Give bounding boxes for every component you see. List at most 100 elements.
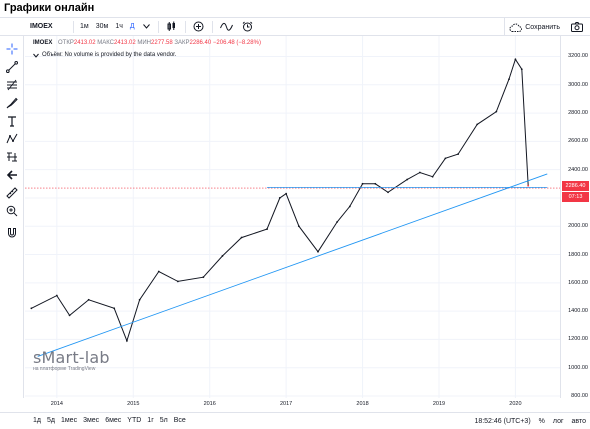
legend-close-label: ЗАКР xyxy=(174,40,190,46)
alerts-button[interactable] xyxy=(238,18,258,36)
watermark: sMart-lab на платформе TradingView xyxy=(33,348,110,372)
interval-1d[interactable]: Д xyxy=(127,18,139,36)
legend-close: 2286.40 xyxy=(189,40,212,46)
crosshair-tool[interactable] xyxy=(4,42,20,56)
price-point xyxy=(406,178,409,181)
price-tick: 1400.00 xyxy=(568,308,588,315)
price-point xyxy=(508,78,510,81)
price-tick: 2000.00 xyxy=(568,223,588,230)
pattern-tool[interactable] xyxy=(4,132,20,146)
cloud-icon xyxy=(509,23,523,32)
compare-button[interactable] xyxy=(189,18,209,36)
magnet-tool[interactable] xyxy=(4,226,20,240)
ohlc-legend: IMOEX ОТКР2413.02 МАКС2413.02 МИН2277.58… xyxy=(33,40,261,46)
save-button[interactable]: Сохранить xyxy=(504,18,564,36)
price-chart[interactable] xyxy=(25,36,560,398)
range-3m[interactable]: 3мес xyxy=(80,417,102,424)
range-6m[interactable]: 6мес xyxy=(102,417,124,424)
range-all[interactable]: Все xyxy=(171,417,189,424)
percent-toggle[interactable]: % xyxy=(539,418,545,425)
price-tick: 2400.00 xyxy=(568,166,588,173)
interval-1h[interactable]: 1ч xyxy=(112,18,127,36)
interval-30m[interactable]: 30м xyxy=(93,18,113,36)
measure-tool[interactable] xyxy=(4,186,20,200)
range-1m[interactable]: 1мес xyxy=(58,417,80,424)
price-point xyxy=(495,110,498,113)
price-point xyxy=(157,270,160,273)
price-point xyxy=(30,307,33,310)
pattern-icon xyxy=(6,133,18,144)
chart-toolbar: IMOEX 1м 30м 1ч Д Сохранить xyxy=(0,18,590,36)
price-point xyxy=(138,298,141,301)
price-tick: 2600.00 xyxy=(568,138,588,145)
forecast-icon xyxy=(7,152,17,162)
chart-pane[interactable]: IMOEX ОТКР2413.02 МАКС2413.02 МИН2277.58… xyxy=(25,36,560,398)
magnet-icon xyxy=(8,228,16,238)
price-point xyxy=(520,68,523,71)
range-5y[interactable]: 5л xyxy=(157,417,171,424)
price-point xyxy=(202,276,205,279)
price-point xyxy=(221,255,224,257)
price-point xyxy=(297,225,300,228)
price-line xyxy=(31,58,529,343)
arrow-left-icon xyxy=(6,170,17,180)
brush-tool[interactable] xyxy=(4,96,20,110)
legend-change: −206.48 (−8.28%) xyxy=(212,40,261,46)
zoom-in-icon xyxy=(6,205,18,217)
ruler-icon xyxy=(6,187,18,199)
range-ytd[interactable]: YTD xyxy=(124,417,144,424)
trend-line-tool[interactable] xyxy=(4,60,20,74)
prediction-tool[interactable] xyxy=(4,150,20,164)
range-1y[interactable]: 1г xyxy=(144,417,156,424)
range-1d[interactable]: 1д xyxy=(30,417,44,424)
price-point xyxy=(387,191,389,194)
price-tick: 1600.00 xyxy=(568,279,588,286)
grid-lines xyxy=(25,36,560,398)
price-scale[interactable]: 3200.003000.002800.002600.002400.002200.… xyxy=(560,36,590,399)
back-tool[interactable] xyxy=(4,168,20,182)
page-title: Графики онлайн xyxy=(4,2,95,14)
drawings xyxy=(25,173,560,357)
indicators-button[interactable] xyxy=(216,18,238,36)
price-point xyxy=(418,171,421,174)
price-point xyxy=(374,182,377,185)
interval-dropdown-button[interactable] xyxy=(139,18,155,36)
crosshair-icon xyxy=(6,43,18,55)
legend-high-label: МАКС xyxy=(97,40,114,46)
indicators-icon xyxy=(219,22,233,31)
chevron-down-icon[interactable] xyxy=(33,53,39,58)
price-series xyxy=(30,58,530,343)
text-tool[interactable] xyxy=(4,114,20,128)
save-label: Сохранить xyxy=(525,23,560,31)
legend-open-label: ОТКР xyxy=(58,40,74,46)
clock[interactable]: 18:52:46 (UTC+3) xyxy=(474,418,530,425)
price-point xyxy=(126,339,128,342)
price-point xyxy=(514,58,517,61)
chevron-down-icon xyxy=(142,24,150,29)
symbol-search[interactable]: IMOEX xyxy=(0,18,70,36)
snapshot-button[interactable] xyxy=(567,18,588,36)
price-point xyxy=(444,157,447,160)
pitchfork-icon xyxy=(7,79,17,91)
interval-1m[interactable]: 1м xyxy=(77,18,93,36)
zoom-tool[interactable] xyxy=(4,204,20,218)
camera-icon xyxy=(571,22,583,32)
alarm-clock-icon xyxy=(242,21,252,32)
bar-countdown: 07:13 xyxy=(562,191,589,202)
chart-widget: IMOEX 1м 30м 1ч Д Сохранить IMOEX ОТКР24… xyxy=(0,17,590,425)
add-symbol-icon xyxy=(193,21,204,32)
price-point xyxy=(476,123,479,126)
price-point xyxy=(266,228,268,230)
chart-style-button[interactable] xyxy=(162,18,182,36)
range-5d[interactable]: 5д xyxy=(44,417,58,424)
price-tick: 1200.00 xyxy=(568,336,588,343)
log-toggle[interactable]: лог xyxy=(553,418,564,425)
toolbar-divider xyxy=(211,20,213,33)
fib-tool[interactable] xyxy=(4,78,20,92)
legend-symbol: IMOEX xyxy=(33,40,53,46)
text-icon xyxy=(8,116,16,127)
auto-toggle[interactable]: авто xyxy=(572,418,586,425)
legend-low: 2277.58 xyxy=(151,40,173,46)
price-point xyxy=(336,221,338,223)
price-tick: 1800.00 xyxy=(568,251,588,258)
